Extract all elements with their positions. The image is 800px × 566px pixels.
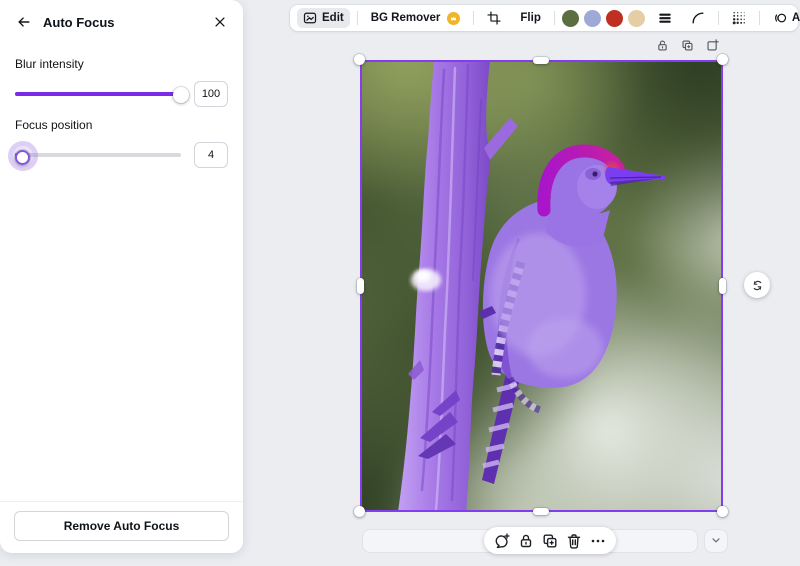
resize-handle-top-right[interactable] <box>717 54 728 65</box>
animate-label: Animate <box>792 12 800 24</box>
canva-editor: Edit BG Remover Flip <box>0 0 800 566</box>
photo-color-swatch-red[interactable] <box>606 10 623 27</box>
blur-intensity-value[interactable]: 100 <box>194 81 228 107</box>
focus-position-slider[interactable] <box>15 146 181 164</box>
edit-label: Edit <box>322 12 344 24</box>
blur-intensity-slider[interactable] <box>15 85 181 103</box>
lock-button[interactable] <box>518 533 534 549</box>
blur-slider-thumb[interactable] <box>173 87 189 103</box>
chevron-down-icon <box>710 534 722 549</box>
panel-title: Auto Focus <box>43 15 115 30</box>
photo-color-swatch-green[interactable] <box>562 10 579 27</box>
resize-handle-bottom-left[interactable] <box>354 506 365 517</box>
close-panel-button[interactable] <box>211 13 229 31</box>
bg-remover-label: BG Remover <box>371 12 441 24</box>
remove-auto-focus-button[interactable]: Remove Auto Focus <box>14 511 229 541</box>
flip-button[interactable]: Flip <box>514 9 546 27</box>
panel-body: Blur intensity 100 Focus position <box>0 39 243 167</box>
line-style-button[interactable] <box>652 8 678 28</box>
edit-button[interactable]: Edit <box>297 8 350 28</box>
curve-icon <box>691 11 705 25</box>
toolbar-divider <box>357 11 358 25</box>
resize-handle-bottom[interactable] <box>533 508 549 515</box>
quick-actions-bar <box>484 527 616 554</box>
selected-image[interactable] <box>360 60 723 512</box>
panel-header: Auto Focus <box>0 0 243 39</box>
auto-focus-panel: Auto Focus Blur intensity 100 <box>0 0 243 553</box>
toolbar-divider <box>718 11 719 25</box>
comment-add-icon <box>494 533 510 549</box>
focus-position-label: Focus position <box>15 118 228 132</box>
eye <box>592 171 597 176</box>
curve-button[interactable] <box>685 8 711 28</box>
slider-fill <box>15 92 181 96</box>
lock-icon <box>518 533 534 549</box>
resize-handle-top-left[interactable] <box>354 54 365 65</box>
duplicate-page-button[interactable] <box>681 39 694 52</box>
toolbar-divider <box>554 11 555 25</box>
woodpecker-subject <box>360 60 723 512</box>
crop-icon <box>487 11 501 25</box>
panel-footer: Remove Auto Focus <box>0 501 243 553</box>
photo-color-swatches <box>562 10 645 27</box>
photo-color-swatch-periwinkle[interactable] <box>584 10 601 27</box>
crop-button[interactable] <box>481 8 507 28</box>
lock-page-button[interactable] <box>656 39 669 52</box>
blur-intensity-row: 100 <box>15 82 228 106</box>
add-page-icon <box>706 39 719 52</box>
resize-handle-right[interactable] <box>719 278 726 294</box>
duplicate-icon <box>542 533 558 549</box>
lock-icon <box>656 39 669 52</box>
ellipsis-icon <box>590 533 606 549</box>
resize-handle-bottom-right[interactable] <box>717 506 728 517</box>
close-icon <box>213 15 227 29</box>
back-button[interactable] <box>15 13 33 31</box>
transparency-button[interactable] <box>726 8 752 28</box>
focus-position-value[interactable]: 4 <box>194 142 228 168</box>
transparency-icon <box>732 11 746 25</box>
toolbar-divider <box>759 11 760 25</box>
line-style-icon <box>658 11 672 25</box>
slider-track[interactable] <box>15 153 181 157</box>
rotate-handle[interactable] <box>744 272 770 298</box>
back-arrow-icon <box>17 15 31 29</box>
animate-button[interactable]: Animate <box>767 8 800 28</box>
top-toolbar: Edit BG Remover Flip <box>290 5 798 31</box>
bg-remover-button[interactable]: BG Remover <box>365 9 467 28</box>
slider-fill <box>15 153 23 157</box>
rotate-icon <box>751 279 764 292</box>
page-controls <box>656 39 719 52</box>
pro-crown-icon <box>447 12 460 25</box>
collapse-page-strip-button[interactable] <box>704 529 728 553</box>
add-page-button[interactable] <box>706 39 719 52</box>
comment-button[interactable] <box>494 533 510 549</box>
trash-icon <box>566 533 582 549</box>
more-button[interactable] <box>590 533 606 549</box>
resize-handle-top[interactable] <box>533 57 549 64</box>
edit-image-icon <box>303 11 317 25</box>
branch-stub <box>484 118 518 160</box>
focus-position-row: 4 <box>15 143 228 167</box>
delete-button[interactable] <box>566 533 582 549</box>
resize-handle-left[interactable] <box>357 278 364 294</box>
flip-label: Flip <box>520 12 540 24</box>
blur-intensity-label: Blur intensity <box>15 57 228 71</box>
duplicate-button[interactable] <box>542 533 558 549</box>
toolbar-divider <box>473 11 474 25</box>
animate-icon <box>773 11 787 25</box>
duplicate-page-icon <box>681 39 694 52</box>
photo-color-swatch-tan[interactable] <box>628 10 645 27</box>
